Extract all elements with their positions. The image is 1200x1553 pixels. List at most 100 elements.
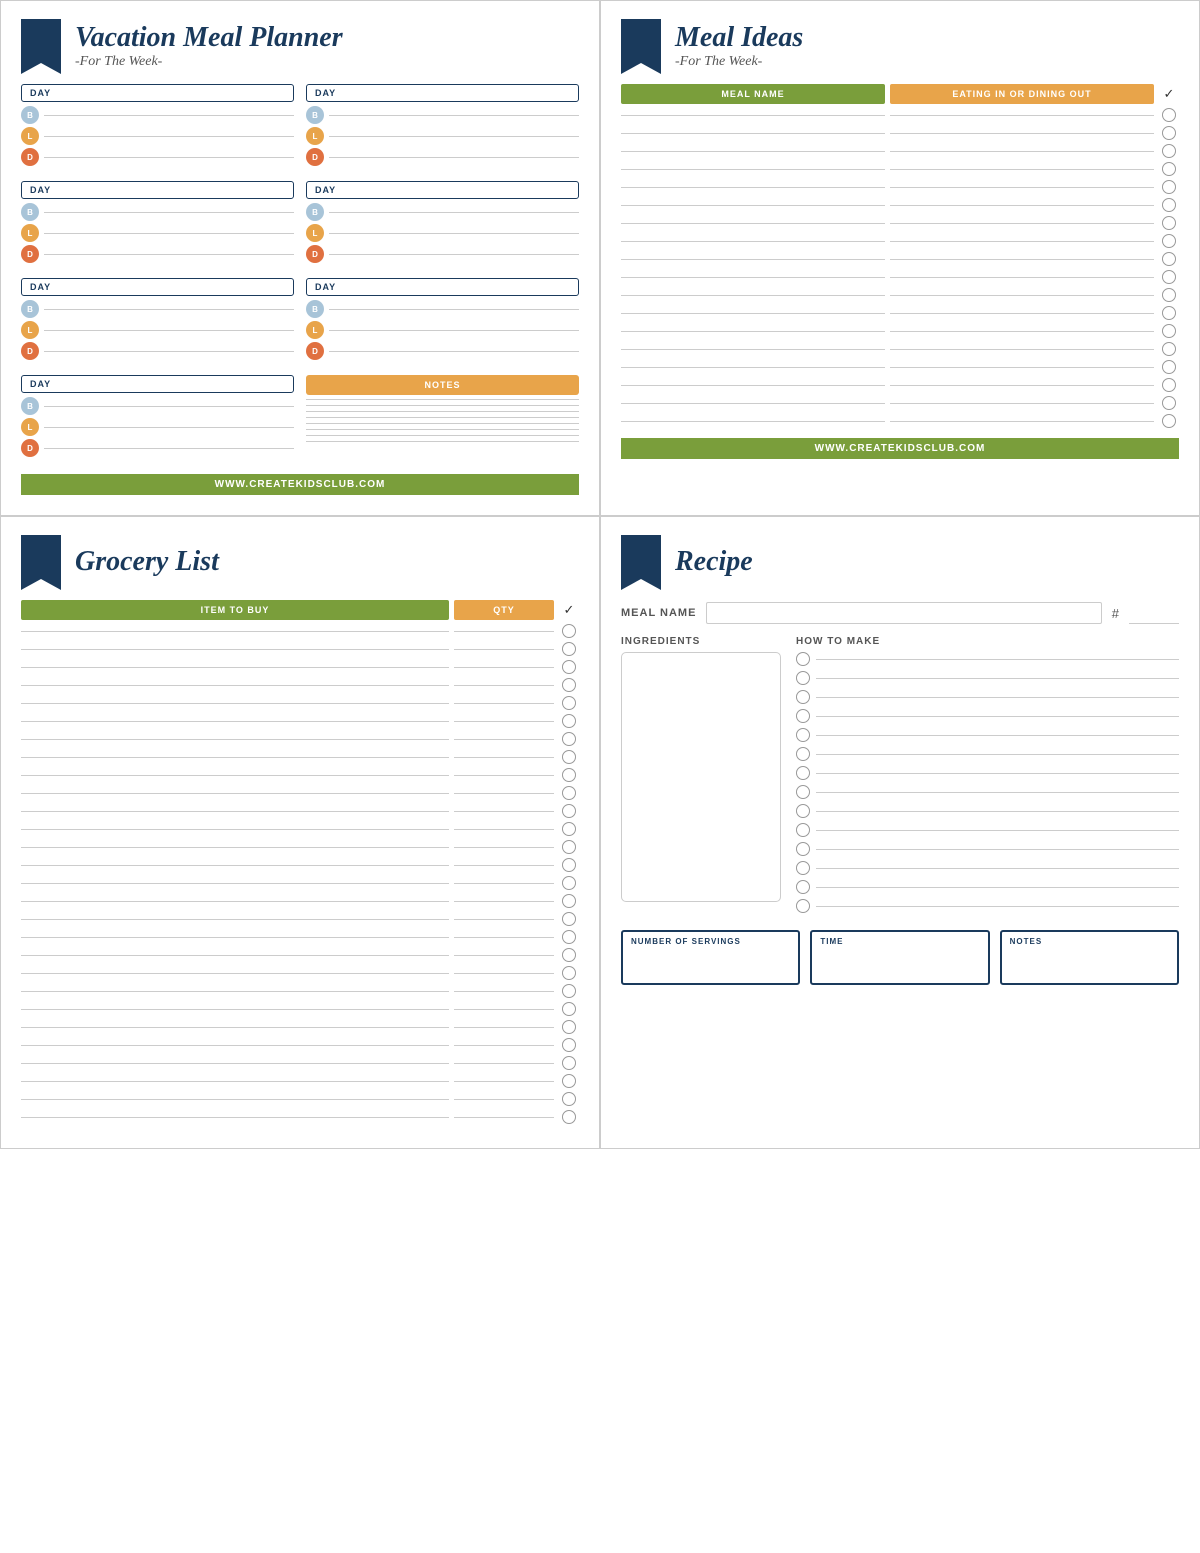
- gl-circle-13[interactable]: [562, 858, 576, 872]
- day-label-7[interactable]: DAY: [21, 375, 294, 393]
- meal-line-d2: [329, 157, 579, 158]
- day-label-1[interactable]: DAY: [21, 84, 294, 102]
- gl-circle-2[interactable]: [562, 660, 576, 674]
- grocery-row: [21, 1074, 579, 1088]
- grocery-row: [21, 642, 579, 656]
- gl-circle-21[interactable]: [562, 1002, 576, 1016]
- gl-circle-24[interactable]: [562, 1056, 576, 1070]
- gl-header: Grocery List: [21, 535, 579, 590]
- meal-line-b1: [44, 115, 294, 116]
- meal-ideas: Meal Ideas -For The Week- MEAL NAME EATI…: [600, 0, 1200, 516]
- grocery-row: [21, 1002, 579, 1016]
- mi-circle-8[interactable]: [1162, 252, 1176, 266]
- recipe-content: INGREDIENTS HOW TO MAKE: [621, 636, 1179, 918]
- day-label-2[interactable]: DAY: [306, 84, 579, 102]
- grocery-row: [21, 660, 579, 674]
- day-label-4[interactable]: DAY: [306, 181, 579, 199]
- recipe-circle-8[interactable]: [796, 804, 810, 818]
- recipe-circle-12[interactable]: [796, 880, 810, 894]
- mi-circle-1[interactable]: [1162, 126, 1176, 140]
- recipe-circle-9[interactable]: [796, 823, 810, 837]
- mi-circle-14[interactable]: [1162, 360, 1176, 374]
- gl-circle-22[interactable]: [562, 1020, 576, 1034]
- day-label-6[interactable]: DAY: [306, 278, 579, 296]
- gl-circle-3[interactable]: [562, 678, 576, 692]
- gl-circle-23[interactable]: [562, 1038, 576, 1052]
- gl-cell-item-24: [21, 1063, 449, 1064]
- how-row: [796, 766, 1179, 780]
- gl-circle-8[interactable]: [562, 768, 576, 782]
- recipe-circle-13[interactable]: [796, 899, 810, 913]
- gl-circle-17[interactable]: [562, 930, 576, 944]
- mi-circle-2[interactable]: [1162, 144, 1176, 158]
- recipe-circle-11[interactable]: [796, 861, 810, 875]
- badge-b-4: B: [306, 203, 324, 221]
- gl-circle-16[interactable]: [562, 912, 576, 926]
- recipe-circle-3[interactable]: [796, 709, 810, 723]
- gl-circle-15[interactable]: [562, 894, 576, 908]
- mi-circle-9[interactable]: [1162, 270, 1176, 284]
- recipe-circle-6[interactable]: [796, 766, 810, 780]
- mi-circle-17[interactable]: [1162, 414, 1176, 428]
- how-line-7: [816, 792, 1179, 793]
- gl-circle-4[interactable]: [562, 696, 576, 710]
- mi-circle-4[interactable]: [1162, 180, 1176, 194]
- recipe-number-input[interactable]: [1129, 602, 1179, 624]
- gl-circle-9[interactable]: [562, 786, 576, 800]
- gl-cell-item-18: [21, 955, 449, 956]
- mi-cell-type-8: [890, 259, 1154, 260]
- gl-circle-25[interactable]: [562, 1074, 576, 1088]
- mi-header-text: Meal Ideas -For The Week-: [675, 23, 803, 70]
- mi-circle-7[interactable]: [1162, 234, 1176, 248]
- recipe-circle-4[interactable]: [796, 728, 810, 742]
- gl-circle-14[interactable]: [562, 876, 576, 890]
- gl-circle-27[interactable]: [562, 1110, 576, 1124]
- gl-circle-12[interactable]: [562, 840, 576, 854]
- mi-circle-3[interactable]: [1162, 162, 1176, 176]
- gl-circle-19[interactable]: [562, 966, 576, 980]
- gl-cell-qty-16: [454, 919, 554, 920]
- mi-circle-11[interactable]: [1162, 306, 1176, 320]
- mi-cell-name-11: [621, 313, 885, 314]
- recipe-circle-5[interactable]: [796, 747, 810, 761]
- day-label-5[interactable]: DAY: [21, 278, 294, 296]
- gl-cell-item-13: [21, 865, 449, 866]
- recipe-circle-0[interactable]: [796, 652, 810, 666]
- gl-circle-5[interactable]: [562, 714, 576, 728]
- recipe-circle-7[interactable]: [796, 785, 810, 799]
- mi-cell-name-17: [621, 421, 885, 422]
- mi-circle-16[interactable]: [1162, 396, 1176, 410]
- mi-circle-12[interactable]: [1162, 324, 1176, 338]
- gl-circle-7[interactable]: [562, 750, 576, 764]
- mi-circle-0[interactable]: [1162, 108, 1176, 122]
- meal-ideas-rows: [621, 108, 1179, 428]
- gl-circle-18[interactable]: [562, 948, 576, 962]
- recipe-circle-2[interactable]: [796, 690, 810, 704]
- mi-circle-15[interactable]: [1162, 378, 1176, 392]
- meal-ideas-row: [621, 342, 1179, 356]
- meal-ideas-row: [621, 414, 1179, 428]
- mi-circle-5[interactable]: [1162, 198, 1176, 212]
- how-row: [796, 785, 1179, 799]
- recipe-meal-input[interactable]: [706, 602, 1101, 624]
- mi-circle-10[interactable]: [1162, 288, 1176, 302]
- recipe-circle-1[interactable]: [796, 671, 810, 685]
- mi-cell-name-0: [621, 115, 885, 116]
- gl-circle-1[interactable]: [562, 642, 576, 656]
- gl-circle-0[interactable]: [562, 624, 576, 638]
- mi-circle-13[interactable]: [1162, 342, 1176, 356]
- ingredients-box[interactable]: [621, 652, 781, 902]
- recipe-circle-10[interactable]: [796, 842, 810, 856]
- gl-circle-11[interactable]: [562, 822, 576, 836]
- gl-circle-6[interactable]: [562, 732, 576, 746]
- mi-circle-6[interactable]: [1162, 216, 1176, 230]
- gl-cell-item-14: [21, 883, 449, 884]
- gl-cell-qty-25: [454, 1081, 554, 1082]
- gl-circle-20[interactable]: [562, 984, 576, 998]
- gl-cell-qty-24: [454, 1063, 554, 1064]
- day-label-3[interactable]: DAY: [21, 181, 294, 199]
- gl-col2-header: QTY: [454, 600, 554, 620]
- gl-circle-26[interactable]: [562, 1092, 576, 1106]
- gl-cell-qty-7: [454, 757, 554, 758]
- gl-circle-10[interactable]: [562, 804, 576, 818]
